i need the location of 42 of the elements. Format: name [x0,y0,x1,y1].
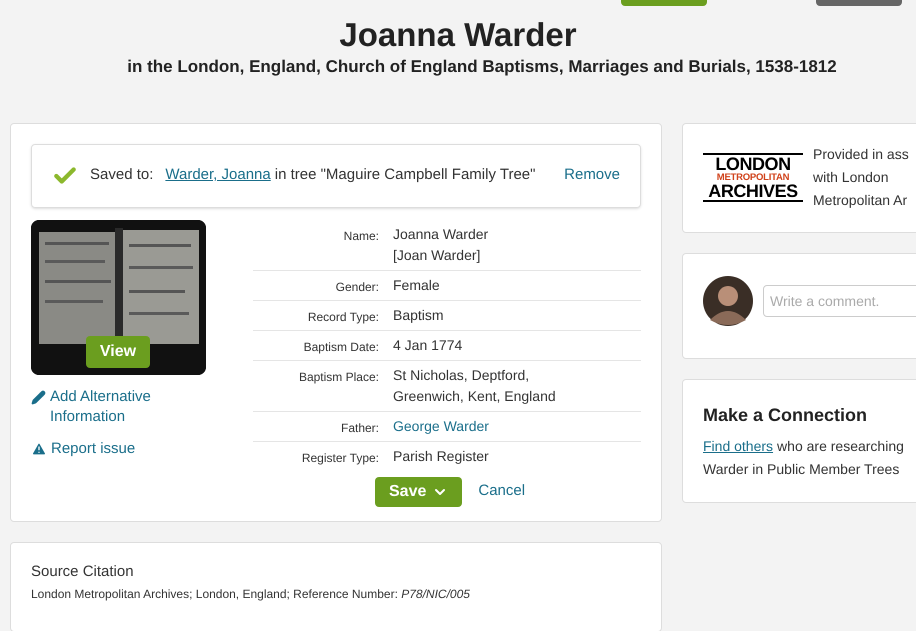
field-label: Father: [340,420,380,436]
page-title: Joanna Warder [339,16,577,54]
citation-text: London Metropolitan Archives; London, England; Reference Number: P78/NIC/005 [31,586,471,603]
field-label: Register Type: [300,450,380,466]
field-value: Parish Register [393,446,489,466]
provider-text: Provided in ass [813,145,909,164]
tree-person-link[interactable]: Warder, Joanna [165,164,271,187]
field-value: [Joan Warder] [393,246,482,265]
record-image[interactable]: View [31,220,206,374]
saved-label: Saved to: [90,165,154,186]
field-label: Baptism Date: [302,338,380,356]
field-label: Name: [342,228,380,244]
archive-logo: LONDON METROPOLITAN ARCHIVES [703,152,803,202]
connection-text: who are researching [777,436,904,456]
field-label: Record Type: [306,308,380,326]
field-value: 4 Jan 1774 [393,336,462,354]
field-value: St Nicholas, Deptford, [393,366,530,385]
field-label: Baptism Place: [298,368,380,386]
pencil-icon [31,390,46,404]
field-value: Female [393,276,440,294]
add-alternative-link[interactable]: Add Alternative Information [31,386,253,426]
field-link[interactable]: George Warder [393,416,489,436]
field-label: Gender: [334,278,380,296]
provider-text: with London [813,168,890,187]
field-value: Baptism [393,306,444,325]
field-value: Greenwich, Kent, England [393,386,556,406]
remove-link[interactable]: Remove [564,164,620,187]
connection-text: Warder in Public Member Trees [703,460,900,478]
warning-icon [31,440,47,456]
connection-title: Make a Connection [703,404,868,426]
cancel-link[interactable]: Cancel [478,480,526,503]
save-button[interactable]: Save [375,476,462,506]
provider-text: Metropolitan Ar [813,191,908,210]
page-subtitle: in the London, England, Church of England Baptisms, Marriages and Burials, 1538-1812 [127,56,837,78]
find-others-link[interactable]: Find others [703,434,774,458]
view-button[interactable]: View [86,336,150,368]
tree-name: in tree "Maguire Campbell Family Tree" [274,165,536,186]
citation-title: Source Citation [31,562,135,582]
field-value: Joanna Warder [393,224,488,244]
comment-field[interactable]: Write a comment. [763,284,916,316]
avatar [703,276,753,326]
report-issue-link[interactable]: Report issue [31,438,253,458]
